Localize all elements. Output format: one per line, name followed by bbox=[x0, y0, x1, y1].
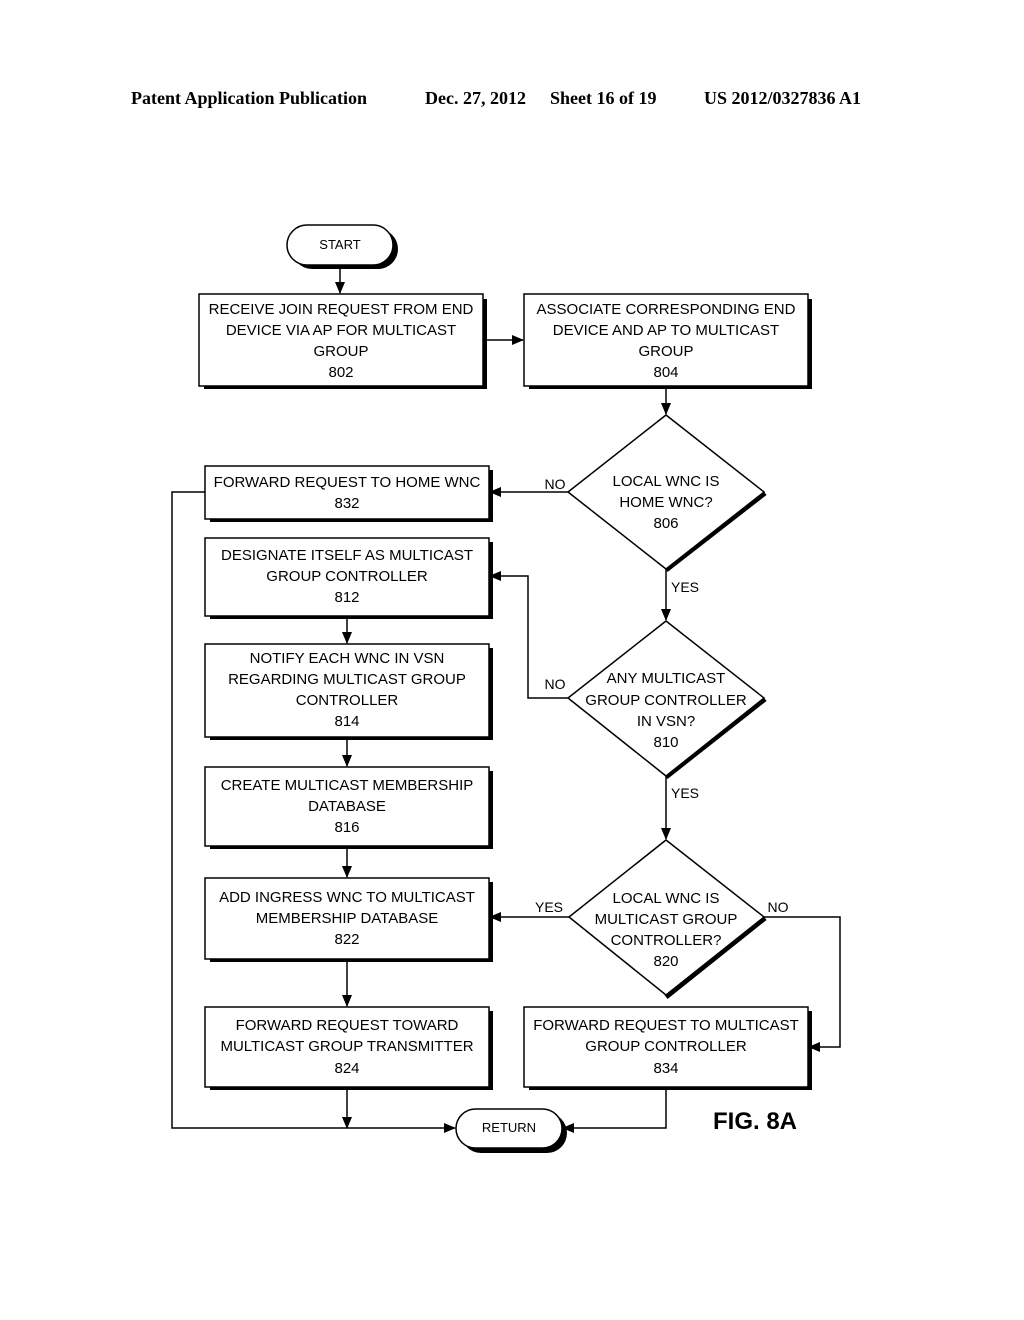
process-814-line3: CONTROLLER bbox=[296, 692, 399, 709]
process-802-line1: RECEIVE JOIN REQUEST FROM END bbox=[209, 301, 474, 318]
process-834-ref: 834 bbox=[653, 1060, 678, 1077]
decision-810-ref: 810 bbox=[653, 734, 678, 751]
process-816-ref: 816 bbox=[334, 819, 359, 836]
process-816-line1: CREATE MULTICAST MEMBERSHIP bbox=[221, 777, 474, 794]
edge-label-810-yes: YES bbox=[671, 785, 699, 801]
process-802-line3: GROUP bbox=[313, 343, 368, 360]
process-832: FORWARD REQUEST TO HOME WNC 832 bbox=[204, 465, 493, 522]
process-814-line2: REGARDING MULTICAST GROUP bbox=[228, 671, 466, 688]
process-812: DESIGNATE ITSELF AS MULTICAST GROUP CONT… bbox=[204, 537, 493, 619]
process-804-line3: GROUP bbox=[638, 343, 693, 360]
process-802-ref: 802 bbox=[328, 364, 353, 381]
process-822: ADD INGRESS WNC TO MULTICAST MEMBERSHIP … bbox=[204, 877, 493, 962]
edge-label-806-yes: YES bbox=[671, 579, 699, 595]
decision-820-line3: CONTROLLER? bbox=[611, 932, 722, 949]
process-816-line2: DATABASE bbox=[308, 798, 386, 815]
decision-806-ref: 806 bbox=[653, 515, 678, 532]
decision-820: LOCAL WNC IS MULTICAST GROUP CONTROLLER?… bbox=[567, 839, 767, 999]
process-814-ref: 814 bbox=[334, 713, 359, 730]
process-824-ref: 824 bbox=[334, 1060, 359, 1077]
decision-820-ref: 820 bbox=[653, 953, 678, 970]
process-824-line2: MULTICAST GROUP TRANSMITTER bbox=[220, 1038, 473, 1055]
process-834: FORWARD REQUEST TO MULTICAST GROUP CONTR… bbox=[523, 1006, 812, 1090]
decision-810-line3: IN VSN? bbox=[637, 713, 695, 730]
process-802-line2: DEVICE VIA AP FOR MULTICAST bbox=[226, 322, 456, 339]
decision-820-line1: LOCAL WNC IS bbox=[613, 890, 720, 907]
decision-806: LOCAL WNC IS HOME WNC? 806 bbox=[566, 414, 767, 572]
process-822-line1: ADD INGRESS WNC TO MULTICAST bbox=[219, 889, 475, 906]
process-802: RECEIVE JOIN REQUEST FROM END DEVICE VIA… bbox=[198, 293, 487, 389]
process-822-line2: MEMBERSHIP DATABASE bbox=[256, 910, 439, 927]
process-814-line1: NOTIFY EACH WNC IN VSN bbox=[250, 650, 445, 667]
start-label: START bbox=[319, 237, 360, 252]
process-812-line1: DESIGNATE ITSELF AS MULTICAST bbox=[221, 547, 473, 564]
process-834-line2: GROUP CONTROLLER bbox=[585, 1038, 747, 1055]
edge-label-820-yes: YES bbox=[535, 899, 563, 915]
decision-820-line2: MULTICAST GROUP bbox=[595, 911, 738, 928]
process-812-line2: GROUP CONTROLLER bbox=[266, 568, 428, 585]
decision-806-line1: LOCAL WNC IS bbox=[613, 473, 720, 490]
edge-834-return bbox=[562, 1087, 667, 1133]
process-804: ASSOCIATE CORRESPONDING END DEVICE AND A… bbox=[523, 293, 812, 389]
return-label: RETURN bbox=[482, 1120, 536, 1135]
process-822-ref: 822 bbox=[334, 931, 359, 948]
process-804-ref: 804 bbox=[653, 364, 678, 381]
edge-label-806-no: NO bbox=[545, 476, 566, 492]
process-814: NOTIFY EACH WNC IN VSN REGARDING MULTICA… bbox=[204, 643, 493, 740]
process-824: FORWARD REQUEST TOWARD MULTICAST GROUP T… bbox=[204, 1006, 493, 1090]
decision-810-line1: ANY MULTICAST bbox=[607, 670, 726, 687]
process-834-line1: FORWARD REQUEST TO MULTICAST bbox=[533, 1017, 799, 1034]
process-824-line1: FORWARD REQUEST TOWARD bbox=[236, 1017, 459, 1034]
process-804-line1: ASSOCIATE CORRESPONDING END bbox=[537, 301, 796, 318]
decision-810-line2: GROUP CONTROLLER bbox=[585, 692, 747, 709]
decision-806-line2: HOME WNC? bbox=[619, 494, 712, 511]
return-terminal: RETURN bbox=[455, 1108, 567, 1153]
process-804-line2: DEVICE AND AP TO MULTICAST bbox=[553, 322, 779, 339]
flowchart: START RECEIVE JOIN REQUEST FROM END DEVI… bbox=[171, 224, 841, 1153]
edge-label-810-no: NO bbox=[545, 676, 566, 692]
start-terminal: START bbox=[286, 224, 398, 269]
edge-label-820-no: NO bbox=[768, 899, 789, 915]
decision-810: ANY MULTICAST GROUP CONTROLLER IN VSN? 8… bbox=[566, 620, 767, 779]
process-812-ref: 812 bbox=[334, 589, 359, 606]
figure-label: FIG. 8A bbox=[713, 1108, 797, 1135]
process-832-ref: 832 bbox=[334, 495, 359, 512]
process-832-line1: FORWARD REQUEST TO HOME WNC bbox=[214, 474, 481, 491]
process-816: CREATE MULTICAST MEMBERSHIP DATABASE 816 bbox=[204, 766, 493, 849]
